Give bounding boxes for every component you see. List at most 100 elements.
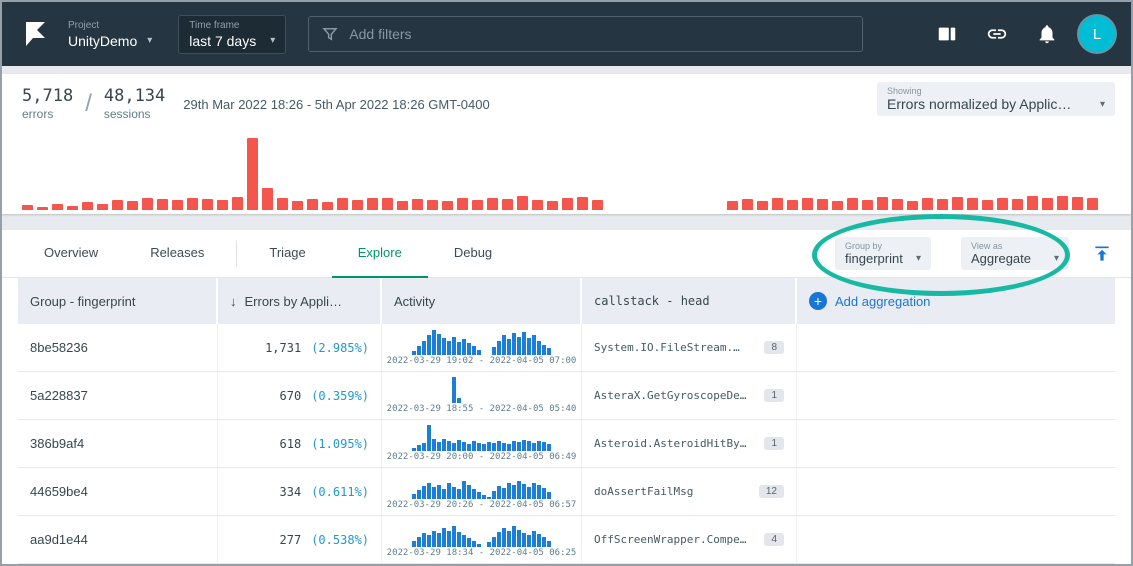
activity-sparkline xyxy=(412,329,551,355)
view-as-label: View as xyxy=(971,241,1059,251)
sparkline-bar xyxy=(477,443,481,451)
layout-view-button[interactable] xyxy=(929,16,965,52)
histogram-bar xyxy=(952,197,963,210)
sparkline-bar xyxy=(432,487,436,499)
sparkline-bar xyxy=(472,441,476,451)
histogram-bar xyxy=(757,201,768,210)
sparkline-bar xyxy=(437,485,441,499)
app-logo[interactable] xyxy=(18,16,54,52)
fingerprint-cell: 386b9af4 xyxy=(18,420,218,467)
sparkline-bar xyxy=(537,341,541,355)
errors-histogram[interactable] xyxy=(2,132,1131,210)
scroll-to-top-button[interactable] xyxy=(1089,241,1115,267)
tab-triage[interactable]: Triage xyxy=(243,230,331,278)
table-row[interactable]: 8be58236 1,731(2.985%) 2022-03-29 19:02 … xyxy=(18,324,1115,372)
sparkline-bar xyxy=(542,442,546,451)
add-aggregation-button[interactable]: + Add aggregation xyxy=(797,278,1115,324)
sparkline-bar xyxy=(417,490,421,499)
activity-sparkline xyxy=(412,377,551,403)
activity-range: 2022-03-29 18:34 - 2022-04-05 06:25 xyxy=(387,548,577,558)
activity-cell: 2022-03-29 18:34 - 2022-04-05 06:25 xyxy=(382,516,582,563)
column-header-callstack[interactable]: callstack - head xyxy=(582,278,797,324)
sparkline-bar xyxy=(447,531,451,547)
sparkline-bar xyxy=(422,486,426,499)
sparkline-bar xyxy=(497,486,501,499)
histogram-bar xyxy=(352,200,363,210)
sparkline-bar xyxy=(467,444,471,451)
sparkline-bar xyxy=(517,442,521,451)
histogram-bar xyxy=(82,202,93,210)
stats-group: 5,718 errors / 48,134 sessions xyxy=(22,86,165,121)
showing-selector[interactable]: Showing Errors normalized by Applic… ▾ xyxy=(877,82,1115,116)
sparkline-bar xyxy=(492,347,496,355)
histogram-bar xyxy=(382,198,393,210)
histogram-bar xyxy=(802,198,813,210)
sparkline-bar xyxy=(472,489,476,499)
sessions-label: sessions xyxy=(104,107,165,121)
sparkline-bar xyxy=(462,442,466,451)
histogram-bar xyxy=(472,200,483,210)
share-link-button[interactable] xyxy=(979,16,1015,52)
sparkline-bar xyxy=(457,342,461,355)
sparkline-bar xyxy=(447,483,451,499)
tab-explore[interactable]: Explore xyxy=(332,230,428,278)
histogram-bar xyxy=(217,200,228,210)
aggregation-cell xyxy=(797,420,1115,467)
sparkline-bar xyxy=(412,448,416,451)
sparkline-bar xyxy=(507,339,511,355)
sparkline-bar xyxy=(512,526,516,547)
user-avatar[interactable]: L xyxy=(1079,16,1115,52)
group-by-selector[interactable]: Group by fingerprint ▾ xyxy=(835,237,931,270)
table-row[interactable]: aa9d1e44 277(0.538%) 2022-03-29 18:34 - … xyxy=(18,516,1115,564)
notifications-button[interactable] xyxy=(1029,16,1065,52)
sparkline-bar xyxy=(502,443,506,451)
column-header-errors[interactable]: ↓ Errors by Appli… xyxy=(218,278,382,324)
sparkline-bar xyxy=(522,440,526,451)
column-header-fingerprint[interactable]: Group - fingerprint xyxy=(18,278,218,324)
view-as-selector[interactable]: View as Aggregate ▾ xyxy=(961,237,1069,270)
align-top-icon xyxy=(1092,244,1112,264)
table-row[interactable]: 5a228837 670(0.359%) 2022-03-29 18:55 - … xyxy=(18,372,1115,420)
fingerprint-cell: 8be58236 xyxy=(18,324,218,371)
tab-debug[interactable]: Debug xyxy=(428,230,518,278)
showing-value: Errors normalized by Applic… xyxy=(887,96,1071,112)
table-row[interactable]: 386b9af4 618(1.095%) 2022-03-29 20:00 - … xyxy=(18,420,1115,468)
sparkline-bar xyxy=(537,441,541,451)
sessions-count: 48,134 xyxy=(104,86,165,106)
sparkline-bar xyxy=(437,533,441,547)
errors-label: errors xyxy=(22,107,73,121)
tab-overview[interactable]: Overview xyxy=(18,230,124,278)
sparkline-bar xyxy=(462,481,466,499)
histogram-bar xyxy=(727,201,738,210)
sparkline-bar xyxy=(522,533,526,547)
histogram-bar xyxy=(562,198,573,210)
sparkline-bar xyxy=(477,544,481,547)
errors-cell: 1,731(2.985%) xyxy=(218,324,382,371)
tab-releases[interactable]: Releases xyxy=(124,230,230,278)
timeframe-selector[interactable]: Time frame last 7 days ▾ xyxy=(178,15,286,54)
sparkline-bar xyxy=(507,483,511,499)
sparkline-bar xyxy=(517,481,521,499)
project-label: Project xyxy=(68,20,152,31)
sparkline-bar xyxy=(492,443,496,451)
errors-cell: 618(1.095%) xyxy=(218,420,382,467)
filters-input[interactable] xyxy=(349,26,850,42)
project-selector[interactable]: Project UnityDemo ▾ xyxy=(68,20,152,49)
activity-range: 2022-03-29 18:55 - 2022-04-05 05:40 xyxy=(387,404,577,414)
filters-bar[interactable] xyxy=(308,16,863,52)
activity-sparkline xyxy=(412,473,551,499)
sparkline-bar xyxy=(492,491,496,499)
histogram-bar xyxy=(817,199,828,210)
table-header: Group - fingerprint ↓ Errors by Appli… A… xyxy=(18,278,1115,324)
table-row[interactable]: 44659be4 334(0.611%) 2022-03-29 20:26 - … xyxy=(18,468,1115,516)
histogram-bar xyxy=(1042,198,1053,210)
activity-range: 2022-03-29 20:26 - 2022-04-05 06:57 xyxy=(387,500,577,510)
sparkline-bar xyxy=(547,444,551,451)
chevron-down-icon: ▾ xyxy=(1044,253,1059,264)
callstack-cell: AsteraX.GetGyroscopeDe… 1 xyxy=(582,372,797,419)
sparkline-bar xyxy=(437,334,441,355)
histogram-bar xyxy=(367,198,378,210)
column-header-activity[interactable]: Activity xyxy=(382,278,582,324)
histogram-bar xyxy=(1027,196,1038,210)
group-by-value: fingerprint xyxy=(845,251,903,266)
